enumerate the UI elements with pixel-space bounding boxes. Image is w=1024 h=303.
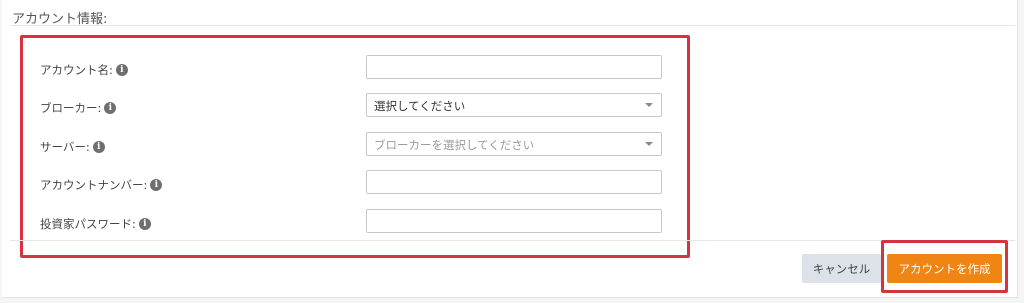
field-row-investor-password: 投資家パスワード: i xyxy=(40,209,665,235)
info-icon[interactable]: i xyxy=(150,179,163,191)
section-divider xyxy=(10,25,1015,26)
account-name-input[interactable] xyxy=(366,55,662,79)
server-select[interactable]: ブローカーを選択してください xyxy=(366,132,662,156)
info-icon[interactable]: i xyxy=(92,141,105,153)
create-account-button[interactable]: アカウントを作成 xyxy=(887,254,1002,283)
cancel-button[interactable]: キャンセル xyxy=(802,254,881,283)
info-icon[interactable]: i xyxy=(115,64,128,76)
investor-password-label: 投資家パスワード: xyxy=(40,217,136,231)
investor-password-input[interactable] xyxy=(366,209,662,233)
broker-label: ブローカー: xyxy=(40,101,102,115)
chevron-down-icon xyxy=(645,142,653,146)
server-label: サーバー: xyxy=(40,140,90,154)
info-icon[interactable]: i xyxy=(104,102,117,114)
footer-divider xyxy=(10,240,1015,241)
chevron-down-icon xyxy=(645,103,653,107)
account-number-label: アカウントナンバー: xyxy=(40,178,148,192)
broker-select[interactable]: 選択してください xyxy=(366,93,662,117)
field-row-broker: ブローカー: i 選択してください xyxy=(40,93,665,119)
account-name-label: アカウント名: xyxy=(40,63,113,77)
info-icon[interactable]: i xyxy=(138,218,151,230)
account-info-panel: アカウント情報: アカウント名: i ブローカー: i 選択してください サーバ… xyxy=(2,0,1018,298)
broker-select-value: 選択してください xyxy=(374,99,466,113)
field-row-account-name: アカウント名: i xyxy=(40,55,665,81)
account-number-input[interactable] xyxy=(366,170,662,194)
field-row-server: サーバー: i ブローカーを選択してください xyxy=(40,132,665,158)
server-select-placeholder: ブローカーを選択してください xyxy=(374,138,535,152)
field-row-account-number: アカウントナンバー: i xyxy=(40,170,665,196)
